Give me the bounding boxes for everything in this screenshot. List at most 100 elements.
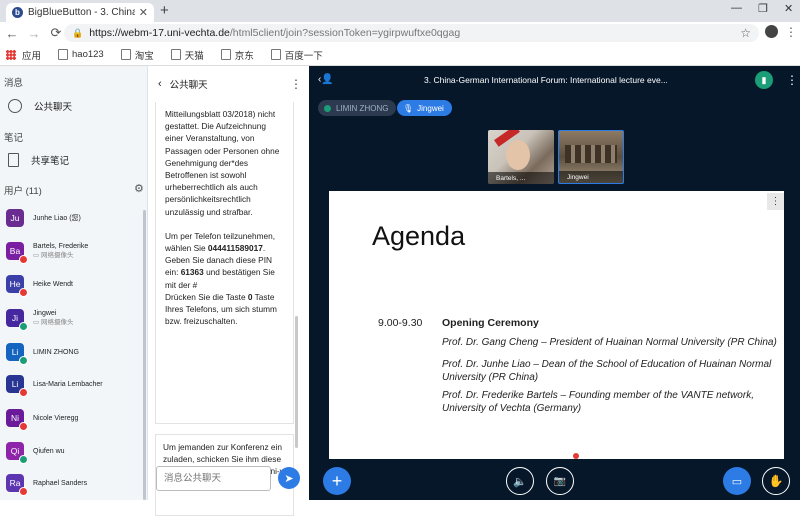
bookmark-star-icon[interactable]: ☆ xyxy=(740,26,751,40)
close-tab-icon[interactable]: ✕ xyxy=(139,6,148,19)
bookmark-apps[interactable]: 应用 xyxy=(6,48,41,62)
talking-indicator-limin[interactable]: LIMIN ZHONG xyxy=(318,100,397,116)
slide-heading: Opening Ceremony xyxy=(442,317,539,329)
webcam-label: Bartels, ... xyxy=(488,172,554,184)
chat-options-icon[interactable]: ⋮ xyxy=(290,77,302,91)
presentation-toggle-button[interactable]: ▭ xyxy=(723,467,751,495)
slide-speaker-2: Prof. Dr. Junhe Liao – Dean of the Schoo… xyxy=(442,359,772,383)
microphone-icon xyxy=(19,455,28,464)
reload-icon[interactable]: ⟳ xyxy=(46,25,66,41)
close-window-icon[interactable]: ✕ xyxy=(784,2,793,15)
meeting-options-icon[interactable]: ⋮ xyxy=(786,73,798,87)
account-icon[interactable] xyxy=(765,25,778,38)
webcam-label: Jingwei xyxy=(559,171,623,183)
microphone-icon: 🎙 xyxy=(403,103,414,113)
muted-mic-icon xyxy=(19,487,28,496)
user-avatar: He xyxy=(6,275,28,297)
user-list-scrollbar[interactable] xyxy=(143,210,146,500)
bookmark-baidu[interactable]: 百度一下 xyxy=(270,48,323,62)
speaker-icon: 🔈 xyxy=(513,475,527,488)
page-icon xyxy=(120,49,131,60)
user-name: Raphael Sanders xyxy=(33,479,88,487)
user-list-item[interactable]: Li LIMIN ZHONG xyxy=(6,340,146,365)
chat-message: Mitteilungsblatt 03/2018) nicht gestatte… xyxy=(155,102,294,424)
user-avatar: Ni xyxy=(6,409,28,431)
microphone-icon xyxy=(19,356,28,365)
shared-notes-item[interactable]: 共享笔记 xyxy=(8,153,69,167)
bookmarks-bar: 应用 hao123 淘宝 天猫 京东 百度一下 xyxy=(0,44,800,66)
audio-button[interactable]: 🔈 xyxy=(506,467,534,495)
public-chat-item[interactable]: 公共聊天 xyxy=(8,99,72,113)
send-icon: ➤ xyxy=(284,472,294,485)
user-list-item[interactable]: Li Lisa-Maria Lembacher xyxy=(6,372,146,397)
user-list-item[interactable]: Qi Qiufen wu xyxy=(6,439,146,464)
user-name: Junhe Liao (您) xyxy=(33,214,81,222)
user-list-item[interactable]: Ba Bartels, Frederike ▭ 网络摄像头 xyxy=(6,239,146,264)
user-avatar: Ba xyxy=(6,242,28,264)
apps-grid-icon xyxy=(6,49,16,60)
user-list-item[interactable]: Ji Jingwei ▭ 网络摄像头 xyxy=(6,306,146,331)
user-list-item[interactable]: Ni Nicole Vieregg xyxy=(6,406,146,431)
chat-header: ‹ 公共聊天 ⋮ xyxy=(148,66,309,102)
page-icon xyxy=(270,49,281,60)
user-avatar: Ju xyxy=(6,209,24,227)
bookmark-taobao[interactable]: 淘宝 xyxy=(120,48,154,62)
document-icon xyxy=(8,153,19,167)
page-icon xyxy=(170,49,181,60)
settings-gear-icon[interactable]: ⚙ xyxy=(134,182,144,195)
bookmark-jd[interactable]: 京东 xyxy=(220,48,254,62)
slide-options-button[interactable]: ⋮ xyxy=(767,193,784,210)
minimize-icon[interactable]: — xyxy=(731,2,742,14)
user-list-panel: 消息 公共聊天 笔记 共享笔记 用户 (11) ⚙ Ju Junhe Liao (… xyxy=(0,66,148,500)
webcam-icon: ▭ xyxy=(33,319,41,326)
restore-icon[interactable]: ❐ xyxy=(758,2,768,15)
toggle-userlist-icon[interactable]: ‹👤 xyxy=(318,74,334,85)
slide-speaker-1: Prof. Dr. Gang Cheng – President of Huai… xyxy=(442,337,777,348)
webcam-button[interactable]: 📷 xyxy=(546,467,574,495)
webcam-jingwei[interactable]: Jingwei xyxy=(558,130,624,184)
chevron-left-icon[interactable]: ‹ xyxy=(158,78,162,90)
meeting-title: 3. China-German International Forum: Int… xyxy=(424,75,668,85)
meeting-header: ‹👤 3. China-German International Forum: … xyxy=(309,66,800,94)
send-message-button[interactable]: ➤ xyxy=(278,467,300,489)
user-name: LIMIN ZHONG xyxy=(33,348,79,356)
user-avatar: Ra xyxy=(6,474,28,496)
users-header: 用户 (11) xyxy=(4,186,42,197)
user-avatar: Li xyxy=(6,375,28,397)
user-name: Qiufen wu xyxy=(33,447,65,455)
page-icon xyxy=(220,49,231,60)
browser-menu-icon[interactable]: ⋮ xyxy=(785,25,797,39)
bookmark-hao123[interactable]: hao123 xyxy=(58,49,104,60)
user-avatar: Li xyxy=(6,343,28,365)
webcam-bartels[interactable]: Bartels, ... xyxy=(488,130,554,184)
muted-mic-icon xyxy=(19,422,28,431)
user-list-item[interactable]: Ra Raphael Sanders xyxy=(6,471,146,496)
user-list-item[interactable]: Ju Junhe Liao (您) xyxy=(6,206,146,230)
pin-number: 61363 xyxy=(180,267,204,278)
browser-tab[interactable]: b BigBlueButton - 3. China-German ✕ xyxy=(6,3,154,22)
chat-scrollbar[interactable] xyxy=(295,316,298,448)
chat-message-input[interactable] xyxy=(156,466,271,491)
webcam-icon: ▭ xyxy=(33,252,41,259)
talking-indicator-jingwei[interactable]: 🎙 Jingwei xyxy=(397,100,452,116)
connection-status-icon[interactable]: ▮ xyxy=(755,71,773,89)
user-list-item[interactable]: He Heike Wendt xyxy=(6,272,146,297)
hand-icon: ✋ xyxy=(768,474,784,488)
bookmark-tmall[interactable]: 天猫 xyxy=(170,48,204,62)
raise-hand-button[interactable]: ✋ xyxy=(762,467,790,495)
user-avatar: Ji xyxy=(6,309,28,331)
url-field[interactable]: 🔒 https://webm-17.uni-vechta.de/html5cli… xyxy=(64,24,759,42)
new-tab-icon[interactable]: + xyxy=(160,2,169,19)
notes-header: 笔记 xyxy=(4,133,24,144)
actions-button[interactable]: + xyxy=(323,467,351,495)
microphone-icon xyxy=(19,322,28,331)
user-name: Jingwei xyxy=(33,310,57,317)
slide-speaker-3: Prof. Dr. Frederike Bartels – Founding m… xyxy=(442,390,754,414)
muted-mic-icon xyxy=(19,255,28,264)
user-name: Heike Wendt xyxy=(33,280,73,288)
classroom-scene xyxy=(565,145,617,163)
forward-icon[interactable]: → xyxy=(24,26,44,41)
tab-bar: b BigBlueButton - 3. China-German ✕ + — … xyxy=(0,0,800,22)
back-icon[interactable]: ← xyxy=(2,26,22,41)
url-path: /html5client/join?sessionToken=ygirpwuft… xyxy=(229,27,461,39)
